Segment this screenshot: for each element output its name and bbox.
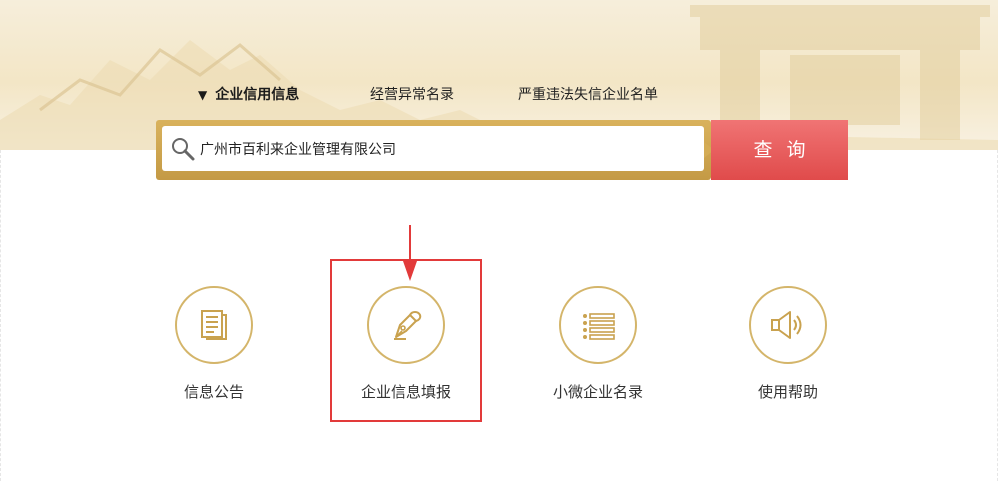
speaker-icon [771, 311, 802, 339]
feature-usage-help[interactable]: 使用帮助 [708, 286, 868, 402]
active-tab-marker-icon: ▼ [198, 88, 208, 102]
feature-icon-circle [367, 286, 445, 364]
feature-label: 小微企业名录 [552, 383, 643, 401]
tab-label: 严重违法失信企业名单 [518, 87, 658, 103]
document-icon [201, 310, 227, 340]
tab-label: 经营异常名录 [370, 87, 454, 103]
feature-micro-enterprise-list[interactable]: 小微企业名录 [518, 286, 678, 402]
feature-label: 信息公告 [183, 383, 244, 401]
tab-abnormal-operations-list[interactable]: 经营异常名录 [370, 84, 454, 106]
feature-enterprise-info-filing[interactable]: 企业信息填报 [326, 286, 486, 402]
search-box [162, 126, 704, 171]
search-bar [156, 120, 711, 180]
feature-icon-circle [175, 286, 253, 364]
feature-icon-circle [749, 286, 827, 364]
feature-info-announcement[interactable]: 信息公告 [134, 286, 294, 402]
search-icon [172, 138, 195, 161]
tab-serious-violations-list[interactable]: 严重违法失信企业名单 [518, 84, 658, 106]
search-button[interactable]: 查询 [711, 120, 848, 180]
feature-label: 使用帮助 [757, 383, 818, 401]
tab-enterprise-credit-info[interactable]: ▼ 企业信用信息 [198, 84, 299, 106]
feature-icon-circle [559, 286, 637, 364]
list-icon [583, 313, 615, 340]
feature-label: 企业信息填报 [360, 383, 451, 401]
search-input[interactable] [200, 126, 695, 171]
tab-label: 企业信用信息 [215, 87, 300, 103]
pen-nib-icon [394, 311, 422, 340]
